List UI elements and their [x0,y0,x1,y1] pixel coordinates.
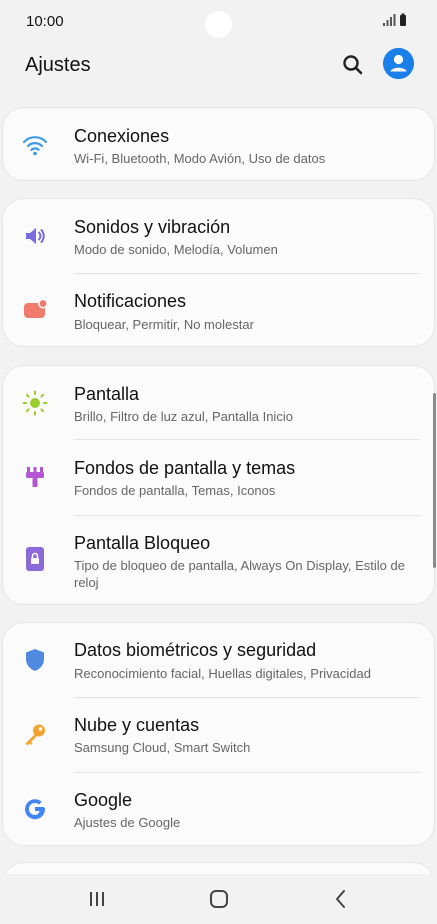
settings-group-sound: Sonidos y vibración Modo de sonido, Melo… [2,198,435,347]
signal-battery-icon [383,13,406,26]
navigation-bar [0,874,437,924]
settings-item-title: Sonidos y vibración [74,217,231,237]
camera-cutout [205,11,232,38]
shield-icon [26,649,44,671]
settings-item-pantalla[interactable]: Pantalla Brillo, Filtro de luz azul, Pan… [3,366,436,439]
settings-item-subtitle: Samsung Cloud, Smart Switch [74,740,251,755]
google-icon [25,799,46,820]
settings-item-conexiones[interactable]: Conexiones Wi-Fi, Bluetooth, Modo Avión,… [3,108,436,182]
settings-item-title: Fondos de pantalla y temas [74,458,296,478]
search-icon[interactable] [340,52,366,78]
settings-item-subtitle: Bloquear, Permitir, No molestar [74,317,254,332]
settings-item-subtitle: Fondos de pantalla, Temas, Iconos [74,483,276,498]
settings-group-security: Datos biométricos y seguridad Reconocimi… [2,622,435,846]
status-time: 10:00 [26,13,64,30]
settings-item-sonidos[interactable]: Sonidos y vibración Modo de sonido, Melo… [3,199,436,273]
settings-item-subtitle: Tipo de bloqueo de pantalla, Always On D… [74,558,405,590]
key-icon [25,724,45,746]
back-icon[interactable] [326,886,356,912]
page-title: Ajustes [25,54,91,76]
settings-item-title: Google [74,790,133,810]
settings-item-title: Nube y cuentas [74,715,200,735]
settings-item-title: Datos biométricos y seguridad [74,640,317,660]
settings-item-pantalla-bloqueo[interactable]: Pantalla Bloqueo Tipo de bloqueo de pant… [3,516,436,606]
notification-icon [24,298,48,318]
settings-item-notificaciones[interactable]: Notificaciones Bloquear, Permitir, No mo… [3,274,436,348]
settings-item-title: Pantalla [74,384,140,404]
settings-item-google[interactable]: Google Ajustes de Google [3,773,436,847]
settings-item-nube[interactable]: Nube y cuentas Samsung Cloud, Smart Swit… [3,698,436,772]
recents-icon[interactable] [82,886,112,912]
home-icon[interactable] [204,886,234,912]
settings-group-connections: Conexiones Wi-Fi, Bluetooth, Modo Avión,… [2,107,435,181]
header: Ajustes [0,44,437,94]
settings-item-title: Conexiones [74,126,170,146]
scrollbar[interactable] [433,393,436,568]
settings-item-title: Notificaciones [74,291,187,311]
settings-item-title: Pantalla Bloqueo [74,533,211,553]
settings-item-biometricos[interactable]: Datos biométricos y seguridad Reconocimi… [3,623,436,697]
settings-group-display: Pantalla Brillo, Filtro de luz azul, Pan… [2,365,435,605]
settings-item-subtitle: Wi-Fi, Bluetooth, Modo Avión, Uso de dat… [74,151,326,166]
settings-item-subtitle: Brillo, Filtro de luz azul, Pantalla Ini… [74,409,293,424]
lock-screen-icon [26,547,44,571]
settings-item-fondos[interactable]: Fondos de pantalla y temas Fondos de pan… [3,440,436,515]
settings-item-subtitle: Ajustes de Google [74,815,181,830]
status-bar: 10:00 [0,0,437,44]
brush-icon [26,467,44,487]
settings-item-subtitle: Reconocimiento facial, Huellas digitales… [74,666,371,681]
speaker-icon [26,228,45,244]
settings-item-subtitle: Modo de sonido, Melodía, Volumen [74,242,278,257]
profile-icon[interactable] [383,48,414,79]
wifi-icon [22,136,48,156]
brightness-icon [22,390,48,416]
